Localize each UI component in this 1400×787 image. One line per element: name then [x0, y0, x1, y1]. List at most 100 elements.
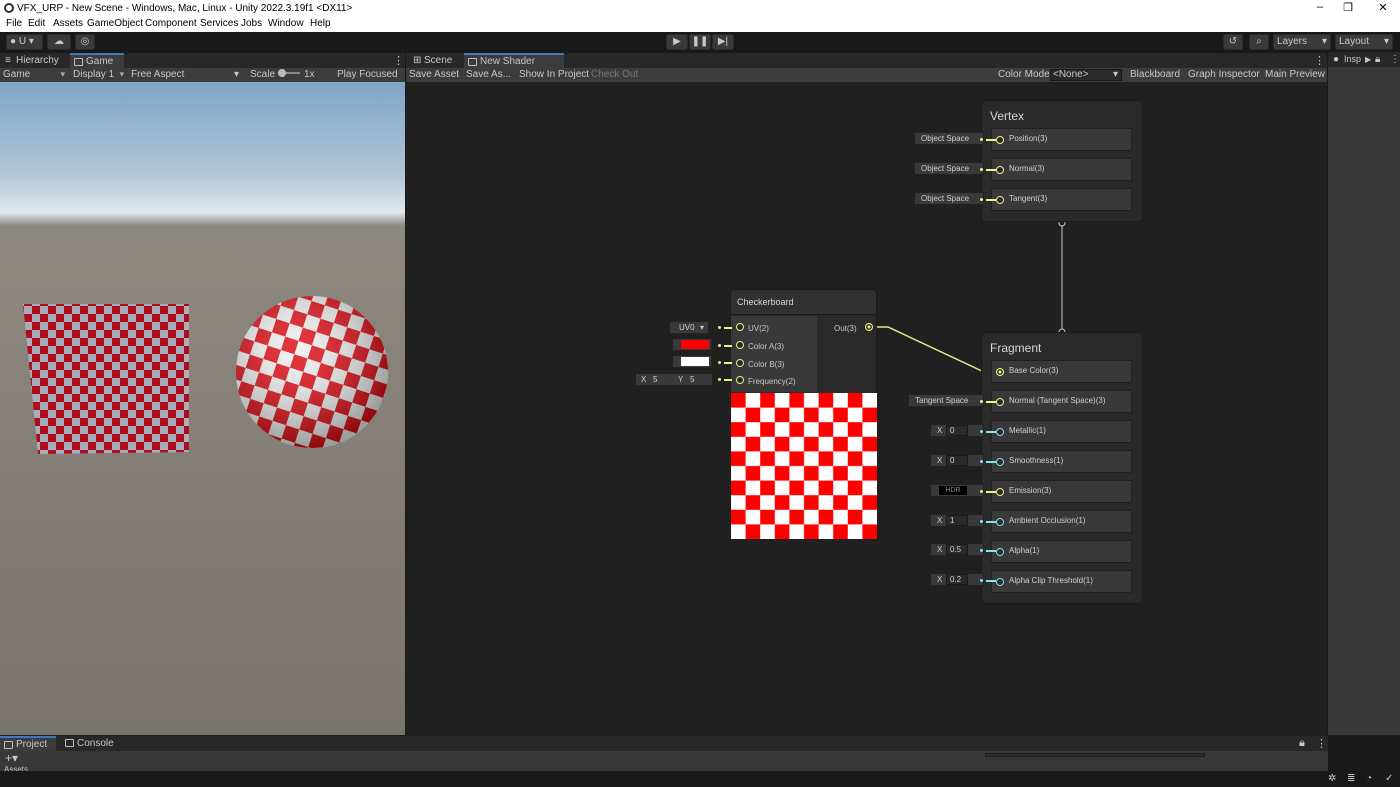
tab-console[interactable]: Console	[61, 736, 121, 751]
position-port[interactable]	[996, 136, 1004, 144]
step-icon[interactable]: ▶|	[712, 34, 734, 50]
fragment-slot-metallic[interactable]: Metallic(1)	[991, 420, 1132, 443]
minimize-icon[interactable]: –	[1313, 1, 1327, 13]
shader-graph-canvas[interactable]: Checkerboard UV(2) Color A(3) Color B(3)…	[406, 82, 1327, 735]
account-button[interactable]: ● U ▾	[6, 34, 43, 50]
normal-ts-port[interactable]	[996, 398, 1004, 406]
check-out-button[interactable]: Check Out	[591, 69, 638, 80]
vertex-slot-normal[interactable]: Normal(3)	[991, 158, 1132, 181]
game-mode-dropdown[interactable]: Game	[3, 69, 65, 80]
alpha-field[interactable]: X 0.5	[930, 543, 984, 556]
menu-gameobject[interactable]: GameObject	[87, 18, 143, 29]
base-color-port[interactable]	[996, 368, 1004, 376]
smoothness-field[interactable]: X 0	[930, 454, 984, 467]
uv-dropdown[interactable]: UV0 ▾	[669, 321, 709, 334]
layers-stack-icon[interactable]: ≣	[1347, 773, 1355, 784]
normal-port[interactable]	[996, 166, 1004, 174]
normal-ts-space-field[interactable]: Tangent Space	[908, 394, 984, 407]
metallic-value[interactable]: 0	[946, 425, 968, 436]
smoothness-port[interactable]	[996, 458, 1004, 466]
close-icon[interactable]: ✕	[1376, 1, 1390, 14]
inspector-tab[interactable]: ● Insp ▶ 🔒︎ ⋮	[1328, 52, 1400, 67]
aspect-dropdown[interactable]: Free Aspect	[131, 69, 184, 80]
menu-assets[interactable]: Assets	[53, 18, 83, 29]
tab-game[interactable]: Game	[70, 53, 124, 68]
layout-dropdown[interactable]: Layout ▾	[1335, 34, 1393, 50]
pause-icon[interactable]: ❚❚	[689, 34, 711, 50]
layers-dropdown[interactable]: Layers ▾	[1273, 34, 1331, 50]
tab-project[interactable]: Project	[0, 736, 56, 751]
frequency-y-value[interactable]: 5	[690, 374, 694, 385]
project-search-input[interactable]	[985, 753, 1205, 757]
collab-icon[interactable]: ◎	[75, 34, 95, 50]
menu-file[interactable]: File	[6, 18, 22, 29]
position-space-field[interactable]: Object Space	[914, 132, 984, 145]
normal-space-field[interactable]: Object Space	[914, 162, 984, 175]
emission-field[interactable]: HDR	[930, 484, 984, 497]
check-icon[interactable]: ✓	[1385, 773, 1393, 784]
ambient-occlusion-value[interactable]: 1	[946, 515, 968, 526]
search-icon[interactable]: ⌕	[1249, 34, 1269, 50]
game-view[interactable]	[0, 82, 405, 735]
vertex-node[interactable]: Vertex Position(3) Normal(3) Tangent(3)	[981, 100, 1143, 222]
smoothness-value[interactable]: 0	[946, 455, 968, 466]
scale-slider-handle[interactable]	[278, 69, 286, 77]
menu-edit[interactable]: Edit	[28, 18, 45, 29]
lock-icon[interactable]: 🔒︎	[1375, 52, 1380, 67]
fragment-node[interactable]: Fragment Base Color(3) Normal (Tangent S…	[981, 332, 1143, 604]
save-asset-button[interactable]: Save Asset	[409, 69, 459, 80]
alpha-clip-field[interactable]: X 0.2	[930, 573, 984, 586]
create-add-button[interactable]: +▾	[5, 751, 18, 765]
alpha-clip-value[interactable]: 0.2	[946, 574, 968, 585]
metallic-field[interactable]: X 0	[930, 424, 984, 437]
vertex-slot-position[interactable]: Position(3)	[991, 128, 1132, 151]
frequency-x-value[interactable]: 5	[653, 374, 657, 385]
menu-jobs[interactable]: Jobs	[241, 18, 262, 29]
color-mode-dropdown[interactable]: <None> ▾	[1050, 69, 1122, 81]
out-port[interactable]	[865, 323, 873, 331]
color-a-field[interactable]	[672, 338, 712, 351]
frequency-field[interactable]: X 5 Y 5	[635, 373, 713, 386]
more-options-icon[interactable]: ⋮	[1314, 54, 1325, 67]
bug-icon[interactable]: ✲	[1328, 773, 1336, 784]
frequency-port[interactable]	[736, 376, 744, 384]
checkerboard-node[interactable]: Checkerboard UV(2) Color A(3) Color B(3)…	[730, 289, 877, 539]
ambient-occlusion-port[interactable]	[996, 518, 1004, 526]
menu-services[interactable]: Services	[200, 18, 238, 29]
fragment-slot-base-color[interactable]: Base Color(3)	[991, 360, 1132, 383]
fragment-slot-normal[interactable]: Normal (Tangent Space)(3)	[991, 390, 1132, 413]
history-icon[interactable]: ↺	[1223, 34, 1243, 50]
lock-icon[interactable]: 🔒︎	[1299, 737, 1305, 750]
fragment-slot-alpha-clip[interactable]: Alpha Clip Threshold(1)	[991, 570, 1132, 593]
graph-inspector-toggle[interactable]: Graph Inspector	[1188, 69, 1260, 80]
progress-icon[interactable]: ◔	[1366, 773, 1372, 784]
emission-port[interactable]	[996, 488, 1004, 496]
metallic-port[interactable]	[996, 428, 1004, 436]
show-in-project-button[interactable]: Show In Project	[519, 69, 589, 80]
cloud-icon[interactable]: ☁	[47, 34, 71, 50]
play-focused-dropdown[interactable]: Play Focused	[337, 69, 398, 80]
blackboard-toggle[interactable]: Blackboard	[1130, 69, 1180, 80]
fragment-slot-ambient-occlusion[interactable]: Ambient Occlusion(1)	[991, 510, 1132, 533]
more-options-icon[interactable]: ⋮	[1316, 737, 1327, 750]
main-preview-toggle[interactable]: Main Preview	[1265, 69, 1325, 80]
chevron-right-icon[interactable]: ▶	[1365, 52, 1371, 67]
play-icon[interactable]: ▶	[666, 34, 688, 50]
restore-icon[interactable]: ❐	[1341, 1, 1355, 14]
tab-scene[interactable]: ⊞ Scene	[408, 53, 462, 68]
alpha-port[interactable]	[996, 548, 1004, 556]
alpha-clip-port[interactable]	[996, 578, 1004, 586]
tangent-port[interactable]	[996, 196, 1004, 204]
ambient-occlusion-field[interactable]: X 1	[930, 514, 984, 527]
display-dropdown[interactable]: Display 1	[73, 69, 124, 80]
menu-help[interactable]: Help	[310, 18, 331, 29]
color-b-field[interactable]	[672, 355, 712, 368]
more-options-icon[interactable]: ⋮	[393, 54, 404, 67]
save-as-button[interactable]: Save As...	[466, 69, 511, 80]
tangent-space-field[interactable]: Object Space	[914, 192, 984, 205]
tab-hierarchy[interactable]: ≡ Hierarchy	[0, 53, 68, 68]
color-b-port[interactable]	[736, 359, 744, 367]
menu-component[interactable]: Component	[145, 18, 197, 29]
uv-port[interactable]	[736, 323, 744, 331]
more-options-icon[interactable]: ⋮	[1390, 52, 1400, 67]
